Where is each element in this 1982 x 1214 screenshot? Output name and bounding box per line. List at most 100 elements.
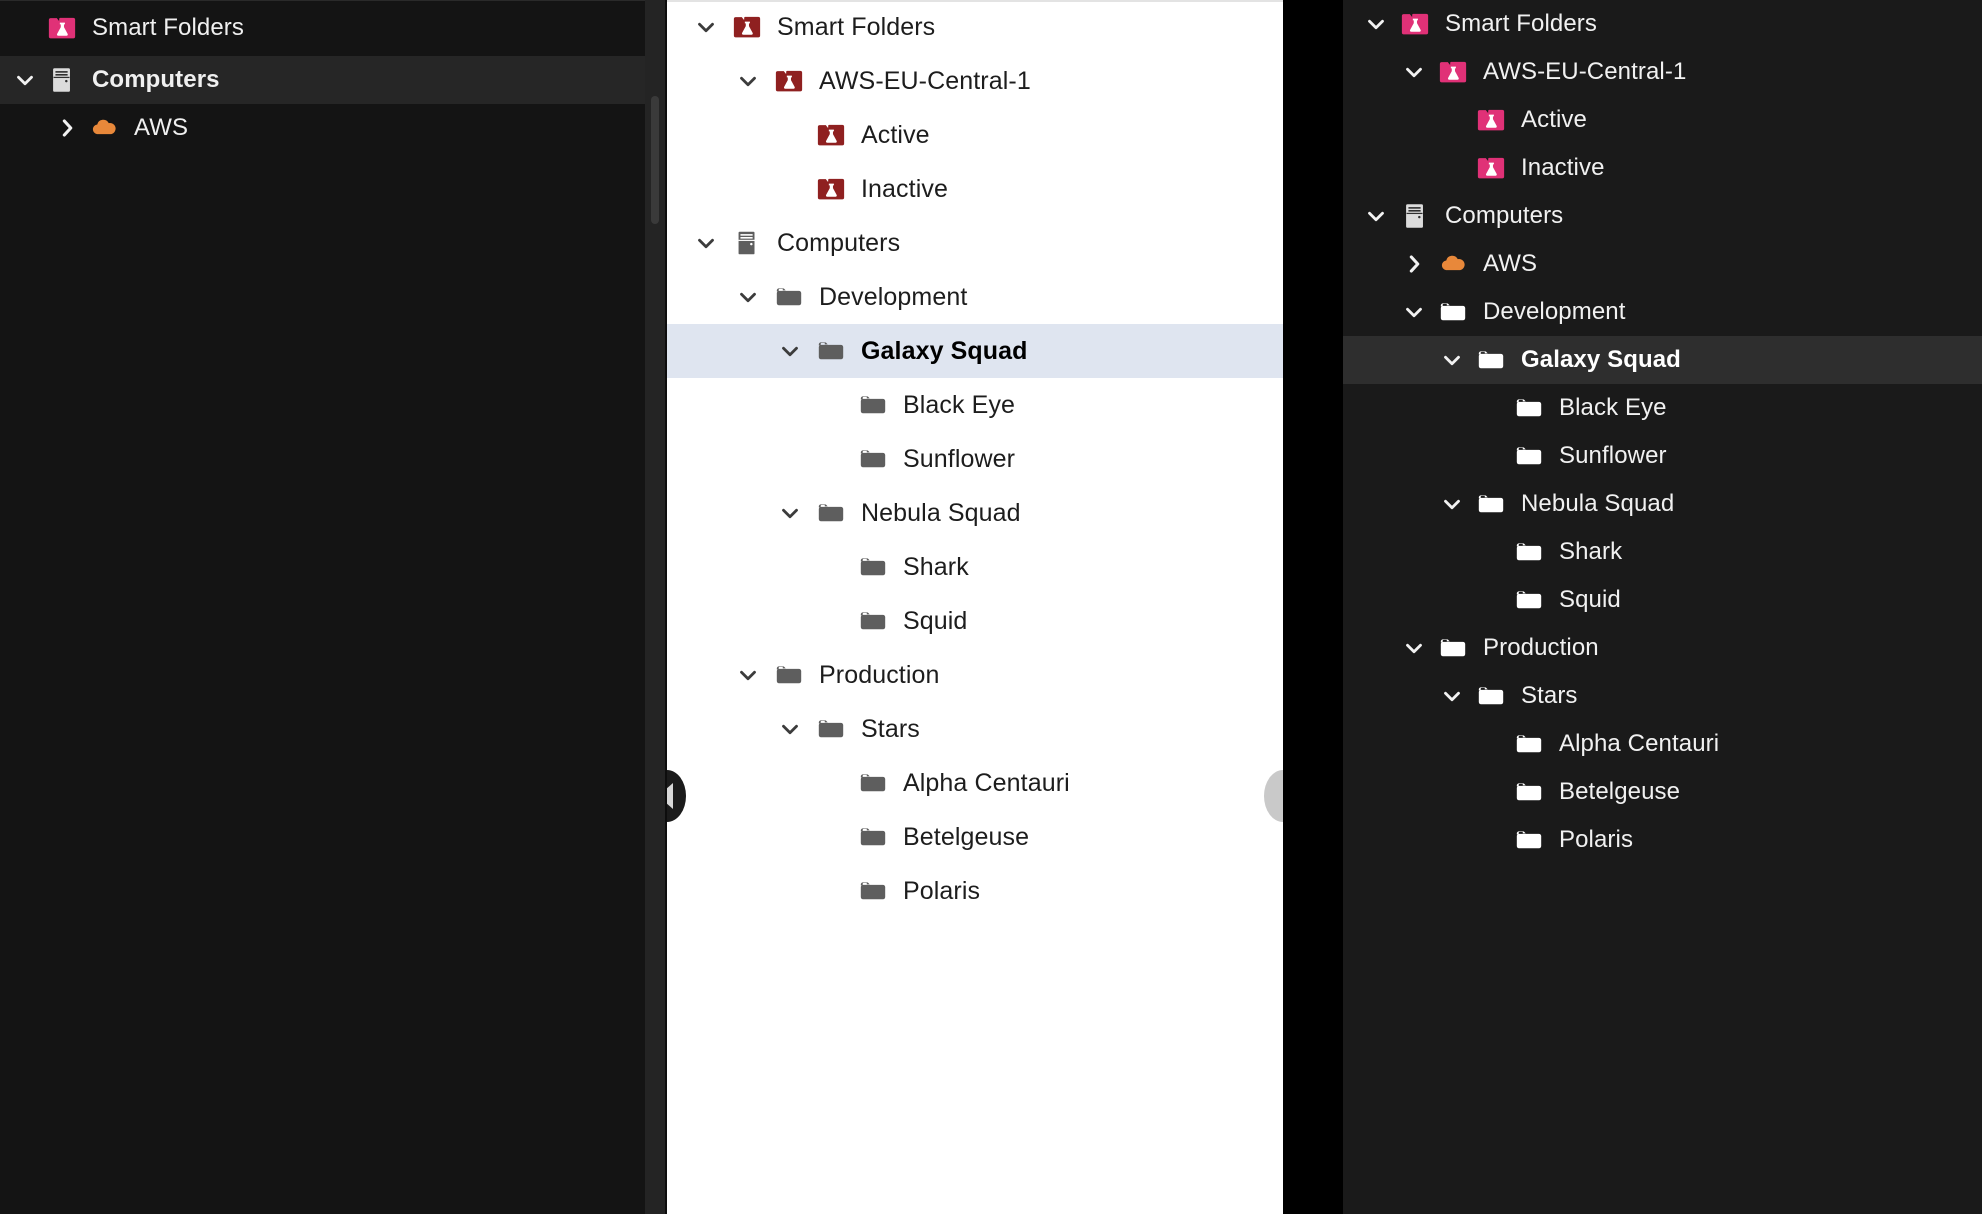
tree-row-active[interactable]: Active: [667, 108, 1283, 162]
tree-row-label: AWS-EU-Central-1: [819, 66, 1031, 95]
tree-row-squid[interactable]: Squid: [1343, 576, 1982, 624]
tree-row-label: Stars: [861, 714, 920, 743]
tree-row-aws-eu-central-1[interactable]: AWS-EU-Central-1: [667, 54, 1283, 108]
tree-row-aws[interactable]: AWS: [0, 104, 645, 152]
tree-row-smart-folders[interactable]: Smart Folders: [667, 0, 1283, 54]
tree-row-sunflower[interactable]: Sunflower: [1343, 432, 1982, 480]
chevron-down-icon[interactable]: [1437, 345, 1467, 375]
chevron-down-icon[interactable]: [1399, 57, 1429, 87]
chevron-down-icon[interactable]: [1399, 297, 1429, 327]
tree-row-production[interactable]: Production: [1343, 624, 1982, 672]
smart-folder-pink-icon: [1475, 104, 1507, 136]
scrollbar-thumb[interactable]: [651, 96, 659, 224]
middle-tree-rows: Smart Folders AWS-EU-Central-1 Active Inact…: [667, 0, 1283, 918]
tree-row-production[interactable]: Production: [667, 648, 1283, 702]
chevron-down-icon[interactable]: [1399, 633, 1429, 663]
tree-row-active[interactable]: Active: [1343, 96, 1982, 144]
chevron-down-icon[interactable]: [691, 228, 721, 258]
tree-row-galaxy-squad[interactable]: Galaxy Squad: [1343, 336, 1982, 384]
folder-white-icon: [1513, 392, 1545, 424]
tree-row-label: Smart Folders: [777, 12, 936, 41]
chevron-down-icon[interactable]: [1437, 681, 1467, 711]
tree-row-nebula-squad[interactable]: Nebula Squad: [667, 486, 1283, 540]
tree-row-sunflower[interactable]: Sunflower: [667, 432, 1283, 486]
chevron-left-icon: [667, 783, 673, 809]
chevron-down-icon[interactable]: [775, 714, 805, 744]
folder-gray-icon: [857, 443, 889, 475]
smart-folder-pink-icon: [1475, 152, 1507, 184]
tree-row-smart-folders[interactable]: Smart Folders: [1343, 0, 1982, 48]
tree-row-squid[interactable]: Squid: [667, 594, 1283, 648]
folder-white-icon: [1475, 680, 1507, 712]
tree-row-galaxy-squad[interactable]: Galaxy Squad: [667, 324, 1283, 378]
tree-row-label: Black Eye: [903, 390, 1016, 419]
tree-row-development[interactable]: Development: [667, 270, 1283, 324]
tree-row-computers[interactable]: Computers: [1343, 192, 1982, 240]
tree-row-label: Betelgeuse: [903, 822, 1030, 851]
chevron-down-icon[interactable]: [1361, 201, 1391, 231]
chevron-right-icon[interactable]: [52, 113, 82, 143]
tree-row-betelgeuse[interactable]: Betelgeuse: [667, 810, 1283, 864]
chevron-down-icon[interactable]: [1437, 489, 1467, 519]
tree-row-aws-eu-central-1[interactable]: AWS-EU-Central-1: [1343, 48, 1982, 96]
tree-row-inactive[interactable]: Inactive: [667, 162, 1283, 216]
tree-row-stars[interactable]: Stars: [667, 702, 1283, 756]
tree-row-label: Smart Folders: [92, 14, 245, 41]
tree-row-alpha-centauri[interactable]: Alpha Centauri: [667, 756, 1283, 810]
folder-white-icon: [1475, 488, 1507, 520]
tree-row-smart-folders[interactable]: Smart Folders: [0, 0, 645, 56]
smart-folder-pink-icon: [1437, 56, 1469, 88]
tree-row-development[interactable]: Development: [1343, 288, 1982, 336]
tree-row-label: Production: [819, 660, 940, 689]
folder-gray-icon: [857, 389, 889, 421]
tree-row-stars[interactable]: Stars: [1343, 672, 1982, 720]
chevron-down-icon[interactable]: [733, 66, 763, 96]
tree-row-label: Computers: [777, 228, 901, 257]
tree-row-label: Stars: [1521, 682, 1578, 709]
tree-row-aws[interactable]: AWS: [1343, 240, 1982, 288]
tree-row-label: Development: [1483, 298, 1626, 325]
chevron-down-icon[interactable]: [691, 12, 721, 42]
chevron-right-icon[interactable]: [1399, 249, 1429, 279]
tree-row-alpha-centauri[interactable]: Alpha Centauri: [1343, 720, 1982, 768]
chevron-down-icon[interactable]: [10, 65, 40, 95]
chevron-down-icon[interactable]: [775, 336, 805, 366]
chevron-down-icon[interactable]: [733, 282, 763, 312]
tree-row-computers[interactable]: Computers: [667, 216, 1283, 270]
folder-gray-icon: [857, 875, 889, 907]
tree-row-label: Smart Folders: [1445, 10, 1598, 37]
tree-row-inactive[interactable]: Inactive: [1343, 144, 1982, 192]
smart-folder-pink-icon: [1399, 8, 1431, 40]
tree-row-label: Development: [819, 282, 968, 311]
tree-row-black-eye[interactable]: Black Eye: [667, 378, 1283, 432]
tree-row-label: Computers: [1445, 202, 1564, 229]
tree-row-shark[interactable]: Shark: [667, 540, 1283, 594]
chevron-down-icon[interactable]: [775, 498, 805, 528]
folder-gray-icon: [857, 605, 889, 637]
chevron-down-icon[interactable]: [733, 660, 763, 690]
left-panel-scrollbar[interactable]: [645, 0, 667, 1214]
tree-row-label: Alpha Centauri: [1559, 730, 1720, 757]
right-tree-rows: Smart Folders AWS-EU-Central-1 Active Inact…: [1343, 0, 1982, 864]
folder-white-icon: [1513, 584, 1545, 616]
tree-row-label: Squid: [903, 606, 968, 635]
tree-row-black-eye[interactable]: Black Eye: [1343, 384, 1982, 432]
tree-row-label: Squid: [1559, 586, 1621, 613]
tree-row-polaris[interactable]: Polaris: [1343, 816, 1982, 864]
tree-row-label: AWS: [1483, 250, 1538, 277]
folder-white-icon: [1513, 536, 1545, 568]
tree-row-label: Inactive: [861, 174, 948, 203]
cloud-icon: [88, 112, 120, 144]
tree-row-label: Inactive: [1521, 154, 1605, 181]
tree-row-nebula-squad[interactable]: Nebula Squad: [1343, 480, 1982, 528]
tree-row-betelgeuse[interactable]: Betelgeuse: [1343, 768, 1982, 816]
middle-tree-panel: Smart Folders AWS-EU-Central-1 Active Inact…: [667, 0, 1283, 1214]
tree-row-label: Computers: [92, 66, 220, 93]
smart-folder-darkred-icon: [815, 173, 847, 205]
tree-row-label: Sunflower: [1559, 442, 1667, 469]
tree-row-computers[interactable]: Computers: [0, 56, 645, 104]
tree-row-polaris[interactable]: Polaris: [667, 864, 1283, 918]
tree-row-shark[interactable]: Shark: [1343, 528, 1982, 576]
chevron-down-icon[interactable]: [1361, 9, 1391, 39]
smart-folder-darkred-icon: [773, 65, 805, 97]
